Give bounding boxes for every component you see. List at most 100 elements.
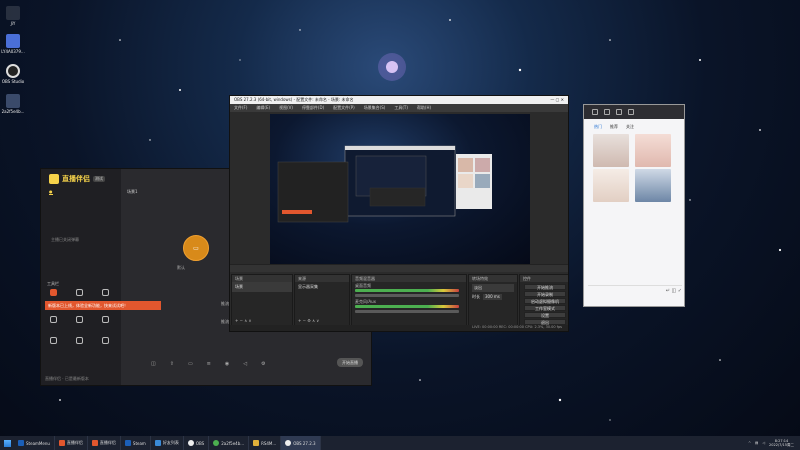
duration-row: 时长 300 ms (472, 294, 514, 300)
desktop-icon-app[interactable]: JiY (2, 6, 24, 26)
share-icon[interactable]: ⇪ (170, 361, 174, 367)
start-button[interactable] (0, 436, 14, 450)
tool-e[interactable] (71, 337, 87, 344)
slider-mic[interactable] (355, 310, 459, 313)
tool-c[interactable] (97, 316, 113, 323)
obs-preview[interactable] (270, 114, 530, 264)
hint: 主播已关闭弹幕 (51, 237, 79, 242)
steam-icon (18, 440, 24, 446)
menu-view[interactable]: 视图(V) (279, 105, 293, 111)
chat-tabs: 热门 推荐 关注 (594, 124, 634, 130)
square-icon[interactable] (616, 109, 622, 115)
video-icon (49, 337, 57, 344)
thumbnail[interactable] (593, 169, 629, 202)
taskbar-item[interactable]: 好友列表 (151, 436, 184, 450)
source-item[interactable]: 显示器采集 (295, 282, 349, 292)
bottom-tools: ◫ ⇪ ▭ ≡ ◉ ◁ ⚙ (151, 361, 266, 367)
grid-icon (49, 316, 57, 323)
taskbar-item[interactable]: 直播伴侣 (88, 436, 121, 450)
scene-item[interactable]: 场景 (232, 282, 292, 292)
window-controls: — ▢ ✕ (550, 97, 564, 102)
thumbnail[interactable] (635, 169, 671, 202)
footer-text: 直播伴侣 · 已是最新版本 (45, 376, 89, 381)
mode-default-label: 默认 (177, 265, 185, 270)
settings-button[interactable]: 设置 (524, 312, 566, 318)
volume-icon[interactable]: ◁ (762, 441, 765, 445)
tab-active[interactable]: ● (49, 189, 53, 195)
chat-icon[interactable]: ◫ (151, 361, 156, 367)
taskbar-label: 好友列表 (162, 440, 179, 445)
clock[interactable]: 8:27:14 2022/7/15周二 (769, 439, 794, 447)
menu-tools[interactable]: 工具(T) (394, 105, 408, 111)
network-icon[interactable]: ▤ (755, 441, 758, 445)
desktop-icon-file[interactable]: LY4A0379... (1, 34, 25, 54)
tab-hot[interactable]: 热门 (594, 124, 602, 130)
tool-camera[interactable] (45, 289, 61, 296)
scene-controls[interactable]: + − ∧ ∨ (235, 318, 251, 323)
tool-b[interactable] (71, 316, 87, 323)
thumbnail[interactable] (635, 134, 671, 167)
windows-icon (3, 439, 11, 447)
menu-edit[interactable]: 编辑(E) (256, 105, 270, 111)
system-tray: ^ ▤ ◁ 8:27:14 2022/7/15周二 (748, 439, 800, 447)
menu-help[interactable]: 帮助(H) (417, 105, 431, 111)
taskbar-item[interactable]: 2a2f5e4b... (209, 436, 250, 450)
music-icon (75, 337, 83, 344)
tool-screen[interactable] (97, 289, 113, 296)
slider-desktop[interactable] (355, 294, 459, 297)
volume-icon[interactable]: ◁ (243, 361, 247, 367)
desktop-icon-obs[interactable]: OBS Studio (2, 64, 24, 84)
studio-mode-button[interactable]: 工作室模式 (524, 305, 566, 311)
desktop-icon-label: JiY (10, 21, 16, 26)
taskbar-item[interactable]: SteamMenu (14, 436, 55, 450)
menu-scenes[interactable]: 场景集合(S) (364, 105, 386, 111)
menu-profile[interactable]: 配置文件(P) (333, 105, 355, 111)
chat-topbar (584, 105, 684, 119)
taskbar-item[interactable]: 直播伴侣 (55, 436, 88, 450)
chevron-up-icon[interactable]: ^ (748, 441, 751, 445)
tool-f[interactable] (97, 337, 113, 344)
obs-icon (6, 64, 20, 78)
taskbar-label: Steam (132, 440, 146, 446)
record-icon[interactable]: ◉ (225, 361, 229, 367)
tab-recommend[interactable]: 推荐 (610, 124, 618, 130)
square-icon[interactable] (604, 109, 610, 115)
chat-input-bar[interactable]: ↵ ◫ ✓ (588, 285, 682, 297)
file-icon (253, 440, 260, 446)
tool-d[interactable] (45, 337, 61, 344)
tab-follow[interactable]: 关注 (626, 124, 634, 130)
square-icon[interactable] (592, 109, 598, 115)
desktop-icon-file2[interactable]: 2a2f5e4b... (2, 94, 24, 114)
taskbar-item[interactable]: RS4M... (249, 436, 282, 450)
friends-icon (154, 440, 161, 446)
menu-docks[interactable]: 停靠部件(D) (302, 105, 324, 111)
thumbnail[interactable] (593, 134, 629, 167)
mixer-dock: 音频混音器 桌面音频 麦克风/Aux (351, 274, 467, 326)
source-controls[interactable]: + − ⚙ ∧ ∨ (298, 318, 319, 323)
mic-icon (75, 289, 83, 296)
mode-default[interactable]: ▭ (183, 235, 209, 261)
square-icon[interactable] (628, 109, 634, 115)
tool-a[interactable] (45, 316, 61, 323)
start-streaming-button[interactable]: 开始推流 (524, 284, 566, 290)
transition-select[interactable]: 淡出 (472, 284, 514, 292)
gear-icon[interactable]: ⚙ (261, 361, 265, 367)
scene-label: 场景1 (127, 189, 138, 194)
tool-mic[interactable] (71, 289, 87, 296)
file-icon (6, 34, 20, 48)
menu-file[interactable]: 文件(F) (234, 105, 247, 111)
duration-input[interactable]: 300 ms (483, 294, 502, 300)
list-icon[interactable]: ≡ (207, 361, 211, 367)
virtual-camera-button[interactable]: 启动虚拟摄像机 (524, 298, 566, 304)
mode-icon: ▭ (193, 244, 199, 252)
taskbar-item[interactable]: OBS 27.2.3 (281, 436, 321, 450)
monitor-icon[interactable]: ▭ (188, 361, 193, 367)
taskbar-item[interactable]: Steam (121, 436, 151, 450)
toolbar-label: 工具栏 (47, 281, 59, 286)
desktop-icon-label: LY4A0379... (1, 49, 25, 54)
start-recording-button[interactable]: 开始录制 (524, 291, 566, 297)
taskbar-item[interactable]: OBS (184, 436, 210, 450)
taskbar-label: SteamMenu (26, 440, 50, 446)
preview-recursion (277, 145, 492, 223)
start-live-button[interactable]: 开始直播 (337, 358, 363, 367)
